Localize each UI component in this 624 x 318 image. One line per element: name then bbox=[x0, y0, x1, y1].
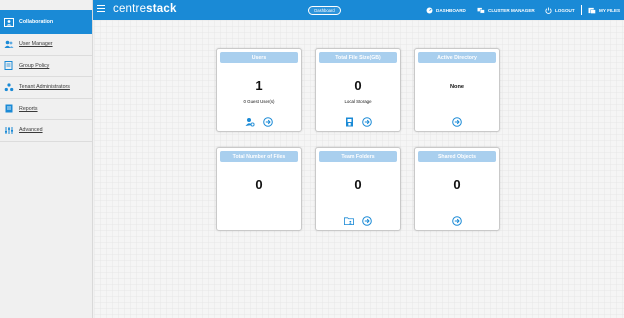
sidebar: Collaboration User Manager Group Policy … bbox=[0, 0, 93, 318]
nav-dashboard[interactable]: DASHBOARD bbox=[426, 6, 466, 15]
header-divider bbox=[581, 5, 582, 15]
logout-icon bbox=[545, 7, 552, 14]
nav-cluster-manager[interactable]: CLUSTER MANAGER bbox=[477, 6, 535, 15]
app-logo: centrestack bbox=[113, 3, 177, 15]
cluster-manager-icon bbox=[477, 7, 485, 14]
users-card: Users 1 0 Guest User(s) bbox=[216, 48, 302, 132]
arrow-right-circle-icon[interactable] bbox=[263, 116, 273, 127]
card-value: 0 bbox=[255, 177, 263, 192]
tenant-administrators-icon bbox=[4, 82, 14, 92]
sidebar-item-label: Advanced bbox=[19, 127, 43, 134]
sidebar-item-tenant-administrators[interactable]: Tenant Administrators bbox=[0, 77, 92, 99]
card-title: Total Number of Files bbox=[220, 151, 298, 162]
sidebar-item-label: Collaboration bbox=[19, 19, 54, 25]
sidebar-item-label: User Manager bbox=[19, 41, 53, 48]
advanced-icon bbox=[4, 125, 14, 135]
total-number-of-files-card: Total Number of Files 0 bbox=[216, 147, 302, 231]
sidebar-item-group-policy[interactable]: Group Policy bbox=[0, 56, 92, 77]
sidebar-item-collaboration[interactable]: Collaboration bbox=[0, 10, 92, 34]
user-manager-icon bbox=[4, 39, 14, 49]
card-title: Team Folders bbox=[319, 151, 397, 162]
shared-objects-card: Shared Objects 0 bbox=[414, 147, 500, 231]
total-file-size-card: Total File Size(GB) 0 Local Storage bbox=[315, 48, 401, 132]
sidebar-item-label: Group Policy bbox=[19, 62, 50, 69]
card-title: Total File Size(GB) bbox=[319, 52, 397, 63]
dashboard-icon bbox=[426, 7, 433, 14]
group-policy-icon bbox=[4, 61, 14, 71]
sidebar-item-reports[interactable]: Reports bbox=[0, 99, 92, 120]
card-value: 0 bbox=[354, 177, 362, 192]
card-title: Active Directory bbox=[418, 52, 496, 63]
collaboration-icon bbox=[4, 17, 14, 27]
sidebar-item-advanced[interactable]: Advanced bbox=[0, 120, 92, 142]
team-folders-card: Team Folders 0 bbox=[315, 147, 401, 231]
nav-my-files[interactable]: MY FILES bbox=[588, 6, 620, 15]
sidebar-item-label: Reports bbox=[19, 105, 38, 112]
card-subtitle: Local Storage bbox=[344, 99, 372, 104]
card-value: None bbox=[450, 84, 464, 90]
nav-logout[interactable]: LOGOUT bbox=[545, 6, 575, 15]
arrow-right-circle-icon[interactable] bbox=[362, 116, 372, 127]
dashboard-content: Users 1 0 Guest User(s) Total File Size(… bbox=[94, 20, 624, 318]
dashboard-pill: Dashboard bbox=[308, 6, 341, 15]
card-subtitle: 0 Guest User(s) bbox=[243, 99, 275, 104]
arrow-right-circle-icon[interactable] bbox=[452, 116, 462, 127]
hamburger-menu-icon[interactable] bbox=[97, 5, 105, 14]
top-header: centrestack Dashboard DASHBOARD CLUSTER … bbox=[93, 0, 624, 20]
arrow-right-circle-icon[interactable] bbox=[452, 215, 462, 226]
sidebar-item-user-manager[interactable]: User Manager bbox=[0, 34, 92, 56]
reports-icon bbox=[4, 104, 14, 114]
card-value: 1 bbox=[255, 78, 263, 93]
arrow-right-circle-icon[interactable] bbox=[362, 215, 372, 226]
storage-icon[interactable] bbox=[344, 117, 354, 127]
active-directory-card: Active Directory None bbox=[414, 48, 500, 132]
my-files-icon bbox=[588, 7, 596, 14]
user-settings-icon[interactable] bbox=[245, 117, 255, 127]
sidebar-item-label: Tenant Administrators bbox=[19, 84, 70, 91]
team-folder-icon[interactable] bbox=[344, 216, 354, 226]
card-title: Users bbox=[220, 52, 298, 63]
card-value: 0 bbox=[354, 78, 362, 93]
card-title: Shared Objects bbox=[418, 151, 496, 162]
card-value: 0 bbox=[453, 177, 461, 192]
